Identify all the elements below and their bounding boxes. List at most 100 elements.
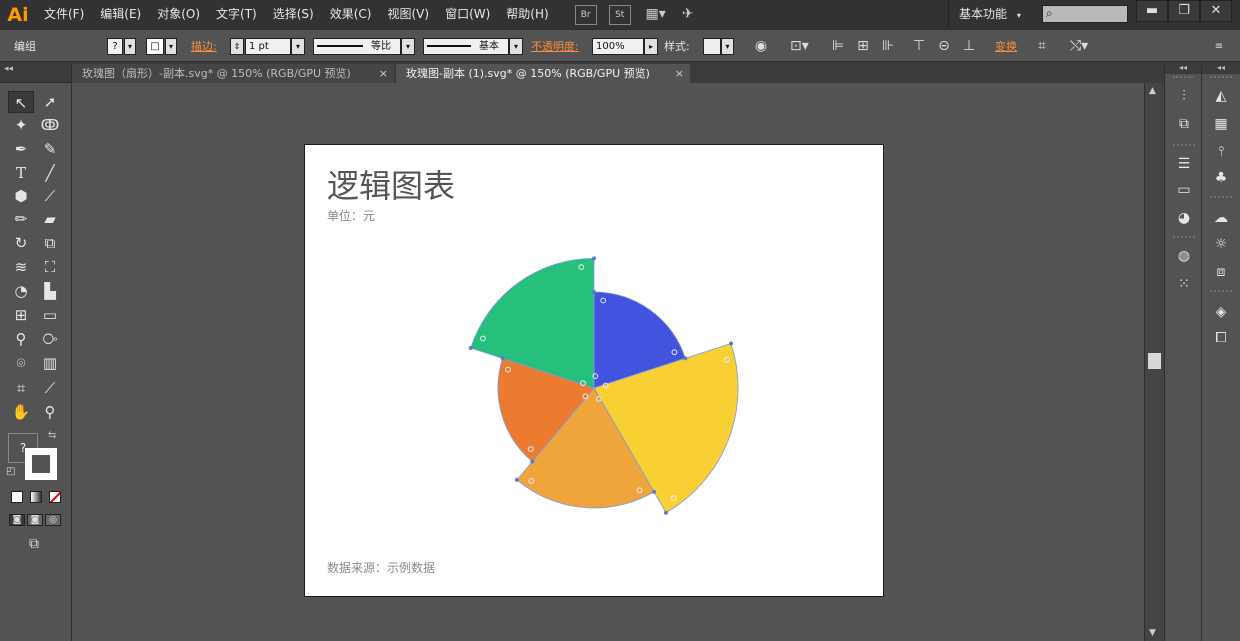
menu-file[interactable]: 文件(F) (36, 0, 92, 29)
menu-view[interactable]: 视图(V) (379, 0, 437, 29)
asset-export-panel-icon[interactable]: ⧈ (1211, 262, 1231, 282)
anchor-point[interactable] (664, 510, 668, 515)
profile-dropdown[interactable]: ▾ (401, 38, 415, 55)
slice-tool-icon[interactable]: ⟋ (37, 377, 63, 399)
draw-normal-icon[interactable]: ◙ (9, 514, 25, 526)
fill-dropdown[interactable]: ▾ (124, 38, 136, 55)
transform-link[interactable]: 变换 (995, 38, 1017, 55)
close-icon[interactable]: × (379, 64, 388, 83)
transparency-panel-icon[interactable]: ◕ (1174, 208, 1194, 228)
pencil-tool-icon[interactable]: ✏ (8, 208, 34, 230)
menu-window[interactable]: 窗口(W) (437, 0, 498, 29)
bridge-icon[interactable]: Br (574, 4, 597, 25)
document-tab-1[interactable]: 玫瑰图（扇形）-副本.svg* @ 150% (RGB/GPU 预览) × (72, 64, 394, 83)
anchor-point[interactable] (468, 346, 473, 350)
isolate-group-icon[interactable]: ⌗ (1033, 38, 1051, 55)
canvas-area[interactable]: 逻辑图表 单位：元 数据来源：示例数据 (72, 83, 1144, 641)
gradient-panel-icon[interactable]: ▭ (1174, 180, 1194, 200)
anchor-point[interactable] (500, 356, 505, 361)
type-tool-icon[interactable]: T (8, 162, 34, 184)
blend-tool-icon[interactable]: ⧂ (37, 328, 63, 350)
shape-builder-tool-icon[interactable]: ◔ (8, 280, 34, 302)
anchor-point[interactable] (592, 290, 596, 294)
fill-swatch[interactable]: ? (107, 38, 123, 55)
graphic-style-dropdown[interactable]: ▾ (721, 38, 734, 55)
align-to-icon[interactable]: ⊡▾ (790, 38, 809, 55)
column-graph-tool-icon[interactable]: ▥ (37, 352, 63, 374)
graphic-styles-panel-icon[interactable]: ⁙ (1174, 274, 1194, 294)
menu-edit[interactable]: 编辑(E) (92, 0, 149, 29)
anchor-point[interactable] (652, 489, 656, 494)
eyedropper-tool-icon[interactable]: ⚲ (8, 328, 34, 350)
mesh-tool-icon[interactable]: ⊞ (8, 304, 34, 326)
libraries-panel-icon[interactable]: ☁ (1211, 208, 1231, 228)
workspace-switcher[interactable]: 基本功能 ▾ (948, 0, 1031, 29)
magic-wand-tool-icon[interactable]: ✦ (8, 114, 34, 136)
anchor-point[interactable] (530, 459, 535, 464)
none-mode-icon[interactable] (49, 491, 61, 503)
document-tab-2[interactable]: 玫瑰图-副本 (1).svg* @ 150% (RGB/GPU 预览) × (396, 64, 690, 83)
selection-tool-icon[interactable]: ↖ (8, 91, 34, 113)
gradient-tool-icon[interactable]: ▭ (37, 304, 63, 326)
scroll-down-icon[interactable]: ▼ (1149, 628, 1156, 638)
menu-help[interactable]: 帮助(H) (498, 0, 556, 29)
appearance-panel-icon[interactable]: ◍ (1174, 246, 1194, 266)
variable-width-profile[interactable]: 等比 (313, 38, 401, 55)
menu-effect[interactable]: 效果(C) (322, 0, 380, 29)
color-mode-icon[interactable] (11, 491, 23, 503)
stroke-weight-stepper[interactable]: ⇕ (230, 38, 244, 55)
zoom-tool-icon[interactable]: ⚲ (37, 401, 63, 423)
layers-panel-icon[interactable]: ◈ (1211, 302, 1231, 322)
stroke-color-box[interactable] (25, 448, 57, 480)
anchor-point[interactable] (729, 341, 733, 346)
tools-panel-header[interactable]: ◂◂ (0, 62, 71, 83)
artboards-panel-icon[interactable]: ⧠ (1211, 328, 1231, 348)
lasso-tool-icon[interactable]: ↂ (37, 114, 63, 136)
menu-type[interactable]: 文字(T) (208, 0, 265, 29)
eraser-tool-icon[interactable]: ▰ (37, 208, 63, 230)
anchor-point[interactable] (592, 256, 596, 261)
menu-select[interactable]: 选择(S) (265, 0, 322, 29)
curvature-tool-icon[interactable]: ✎ (37, 138, 63, 160)
restore-button[interactable]: ❐ (1168, 0, 1200, 22)
minimize-button[interactable]: ▬ (1136, 0, 1168, 22)
stroke-weight-dropdown[interactable]: ▾ (291, 38, 305, 55)
arrange-documents-icon[interactable]: ▦▾ (645, 5, 667, 25)
opacity-field[interactable]: 100% (592, 38, 644, 55)
menu-object[interactable]: 对象(O) (149, 0, 208, 29)
swatches-panel-icon[interactable]: ▦ (1211, 114, 1231, 134)
vertical-scrollbar[interactable]: ▲ ▼ (1144, 83, 1164, 641)
screen-mode-icon[interactable]: ⧉ (22, 536, 46, 552)
default-fill-stroke-icon[interactable]: ◰ (6, 466, 15, 477)
brushes-panel-icon[interactable]: ⫯ (1211, 142, 1231, 162)
recolor-artwork-icon[interactable]: ◉ (752, 38, 770, 55)
rotate-tool-icon[interactable]: ↻ (8, 232, 34, 254)
direct-selection-tool-icon[interactable]: ➚ (37, 91, 63, 113)
dock-grip[interactable] (1173, 76, 1193, 82)
scale-tool-icon[interactable]: ⧉ (37, 232, 63, 254)
gpu-performance-icon[interactable]: ✈ (677, 5, 699, 25)
symbols-panel-icon[interactable]: ♣ (1211, 168, 1231, 188)
align-center-v-icon[interactable]: ⊝ (935, 38, 953, 55)
dock-collapse-icon[interactable]: ◂◂ (1165, 62, 1201, 74)
opacity-link[interactable]: 不透明度: (531, 38, 579, 55)
perspective-grid-tool-icon[interactable]: ▙ (37, 280, 63, 302)
anchor-point[interactable] (514, 477, 519, 482)
scroll-up-icon[interactable]: ▲ (1149, 86, 1156, 96)
close-icon[interactable]: × (675, 64, 684, 83)
stroke-link[interactable]: 描边: (191, 38, 217, 55)
artboard[interactable]: 逻辑图表 单位：元 数据来源：示例数据 (304, 144, 884, 597)
gradient-mode-icon[interactable] (30, 491, 42, 503)
width-tool-icon[interactable]: ≋ (8, 256, 34, 278)
align-bottom-icon[interactable]: ⊥ (960, 38, 978, 55)
rose-chart[interactable] (305, 145, 885, 598)
more-options-icon[interactable]: ⤭▾ (1064, 38, 1094, 55)
image-trace-panel-icon[interactable]: ☼ (1211, 234, 1231, 254)
stroke-dropdown[interactable]: ▾ (165, 38, 177, 55)
artboard-tool-icon[interactable]: ⌗ (8, 377, 34, 399)
shape-tool-icon[interactable]: ⬢ (8, 185, 34, 207)
stroke-swatch[interactable]: □ (146, 38, 164, 55)
line-tool-icon[interactable]: ╱ (37, 162, 63, 184)
search-input[interactable]: ⌕ (1042, 5, 1128, 23)
dock-grip[interactable] (1210, 290, 1232, 296)
